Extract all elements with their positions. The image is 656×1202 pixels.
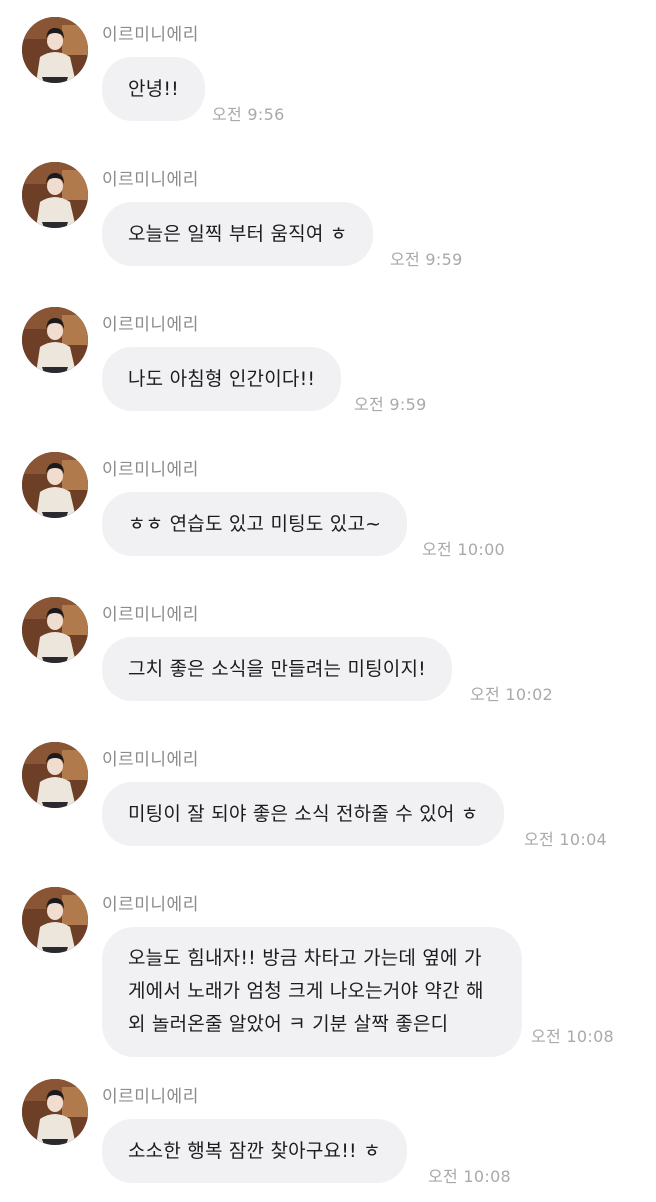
chat-message-list: 이르미니에리 안녕!! 오전 9:56 이르미니에리 오늘은 일찍 부터 움직여… — [0, 0, 656, 1200]
chat-message: 이르미니에리 소소한 행복 잠깐 찾아구요!! ㅎ 오전 10:08 — [0, 1062, 656, 1202]
avatar[interactable] — [22, 307, 88, 373]
avatar[interactable] — [22, 17, 88, 83]
message-time: 오전 10:08 — [428, 1167, 512, 1186]
message-time: 오전 9:56 — [212, 105, 285, 124]
sender-name: 이르미니에리 — [102, 460, 199, 480]
chat-message: 이르미니에리 미팅이 잘 되야 좋은 소식 전하줄 수 있어 ㅎ 오전 10:0… — [0, 725, 656, 865]
chat-message: 이르미니에리 ㅎㅎ 연습도 있고 미팅도 있고~ 오전 10:00 — [0, 435, 656, 575]
message-time: 오전 10:00 — [422, 540, 506, 559]
message-bubble[interactable]: 오늘은 일찍 부터 움직여 ㅎ — [102, 202, 374, 266]
avatar[interactable] — [22, 742, 88, 808]
sender-name: 이르미니에리 — [102, 315, 199, 335]
chat-message: 이르미니에리 오늘도 힘내자!! 방금 차타고 가는데 옆에 가게에서 노래가 … — [0, 870, 656, 1060]
chat-message: 이르미니에리 오늘은 일찍 부터 움직여 ㅎ 오전 9:59 — [0, 145, 656, 285]
avatar[interactable] — [22, 1079, 88, 1145]
message-bubble[interactable]: 그치 좋은 소식을 만들려는 미팅이지! — [102, 637, 452, 701]
avatar[interactable] — [22, 887, 88, 953]
message-time: 오전 9:59 — [354, 395, 427, 414]
message-bubble[interactable]: 소소한 행복 잠깐 찾아구요!! ㅎ — [102, 1119, 407, 1183]
message-bubble[interactable]: 안녕!! — [102, 57, 205, 121]
message-time: 오전 10:04 — [524, 830, 608, 849]
chat-message: 이르미니에리 안녕!! 오전 9:56 — [0, 0, 656, 140]
avatar[interactable] — [22, 452, 88, 518]
message-bubble[interactable]: 미팅이 잘 되야 좋은 소식 전하줄 수 있어 ㅎ — [102, 782, 505, 846]
sender-name: 이르미니에리 — [102, 1087, 199, 1107]
sender-name: 이르미니에리 — [102, 170, 199, 190]
message-bubble[interactable]: ㅎㅎ 연습도 있고 미팅도 있고~ — [102, 492, 408, 556]
message-time: 오전 9:59 — [390, 250, 463, 269]
message-time: 오전 10:02 — [470, 685, 554, 704]
chat-message: 이르미니에리 나도 아침형 인간이다!! 오전 9:59 — [0, 290, 656, 430]
sender-name: 이르미니에리 — [102, 605, 199, 625]
sender-name: 이르미니에리 — [102, 895, 199, 915]
message-bubble[interactable]: 나도 아침형 인간이다!! — [102, 347, 342, 411]
sender-name: 이르미니에리 — [102, 750, 199, 770]
sender-name: 이르미니에리 — [102, 25, 199, 45]
avatar[interactable] — [22, 597, 88, 663]
avatar[interactable] — [22, 162, 88, 228]
chat-message: 이르미니에리 그치 좋은 소식을 만들려는 미팅이지! 오전 10:02 — [0, 580, 656, 720]
message-bubble[interactable]: 오늘도 힘내자!! 방금 차타고 가는데 옆에 가게에서 노래가 엄청 크게 나… — [102, 927, 522, 1057]
message-time: 오전 10:08 — [531, 1027, 615, 1046]
